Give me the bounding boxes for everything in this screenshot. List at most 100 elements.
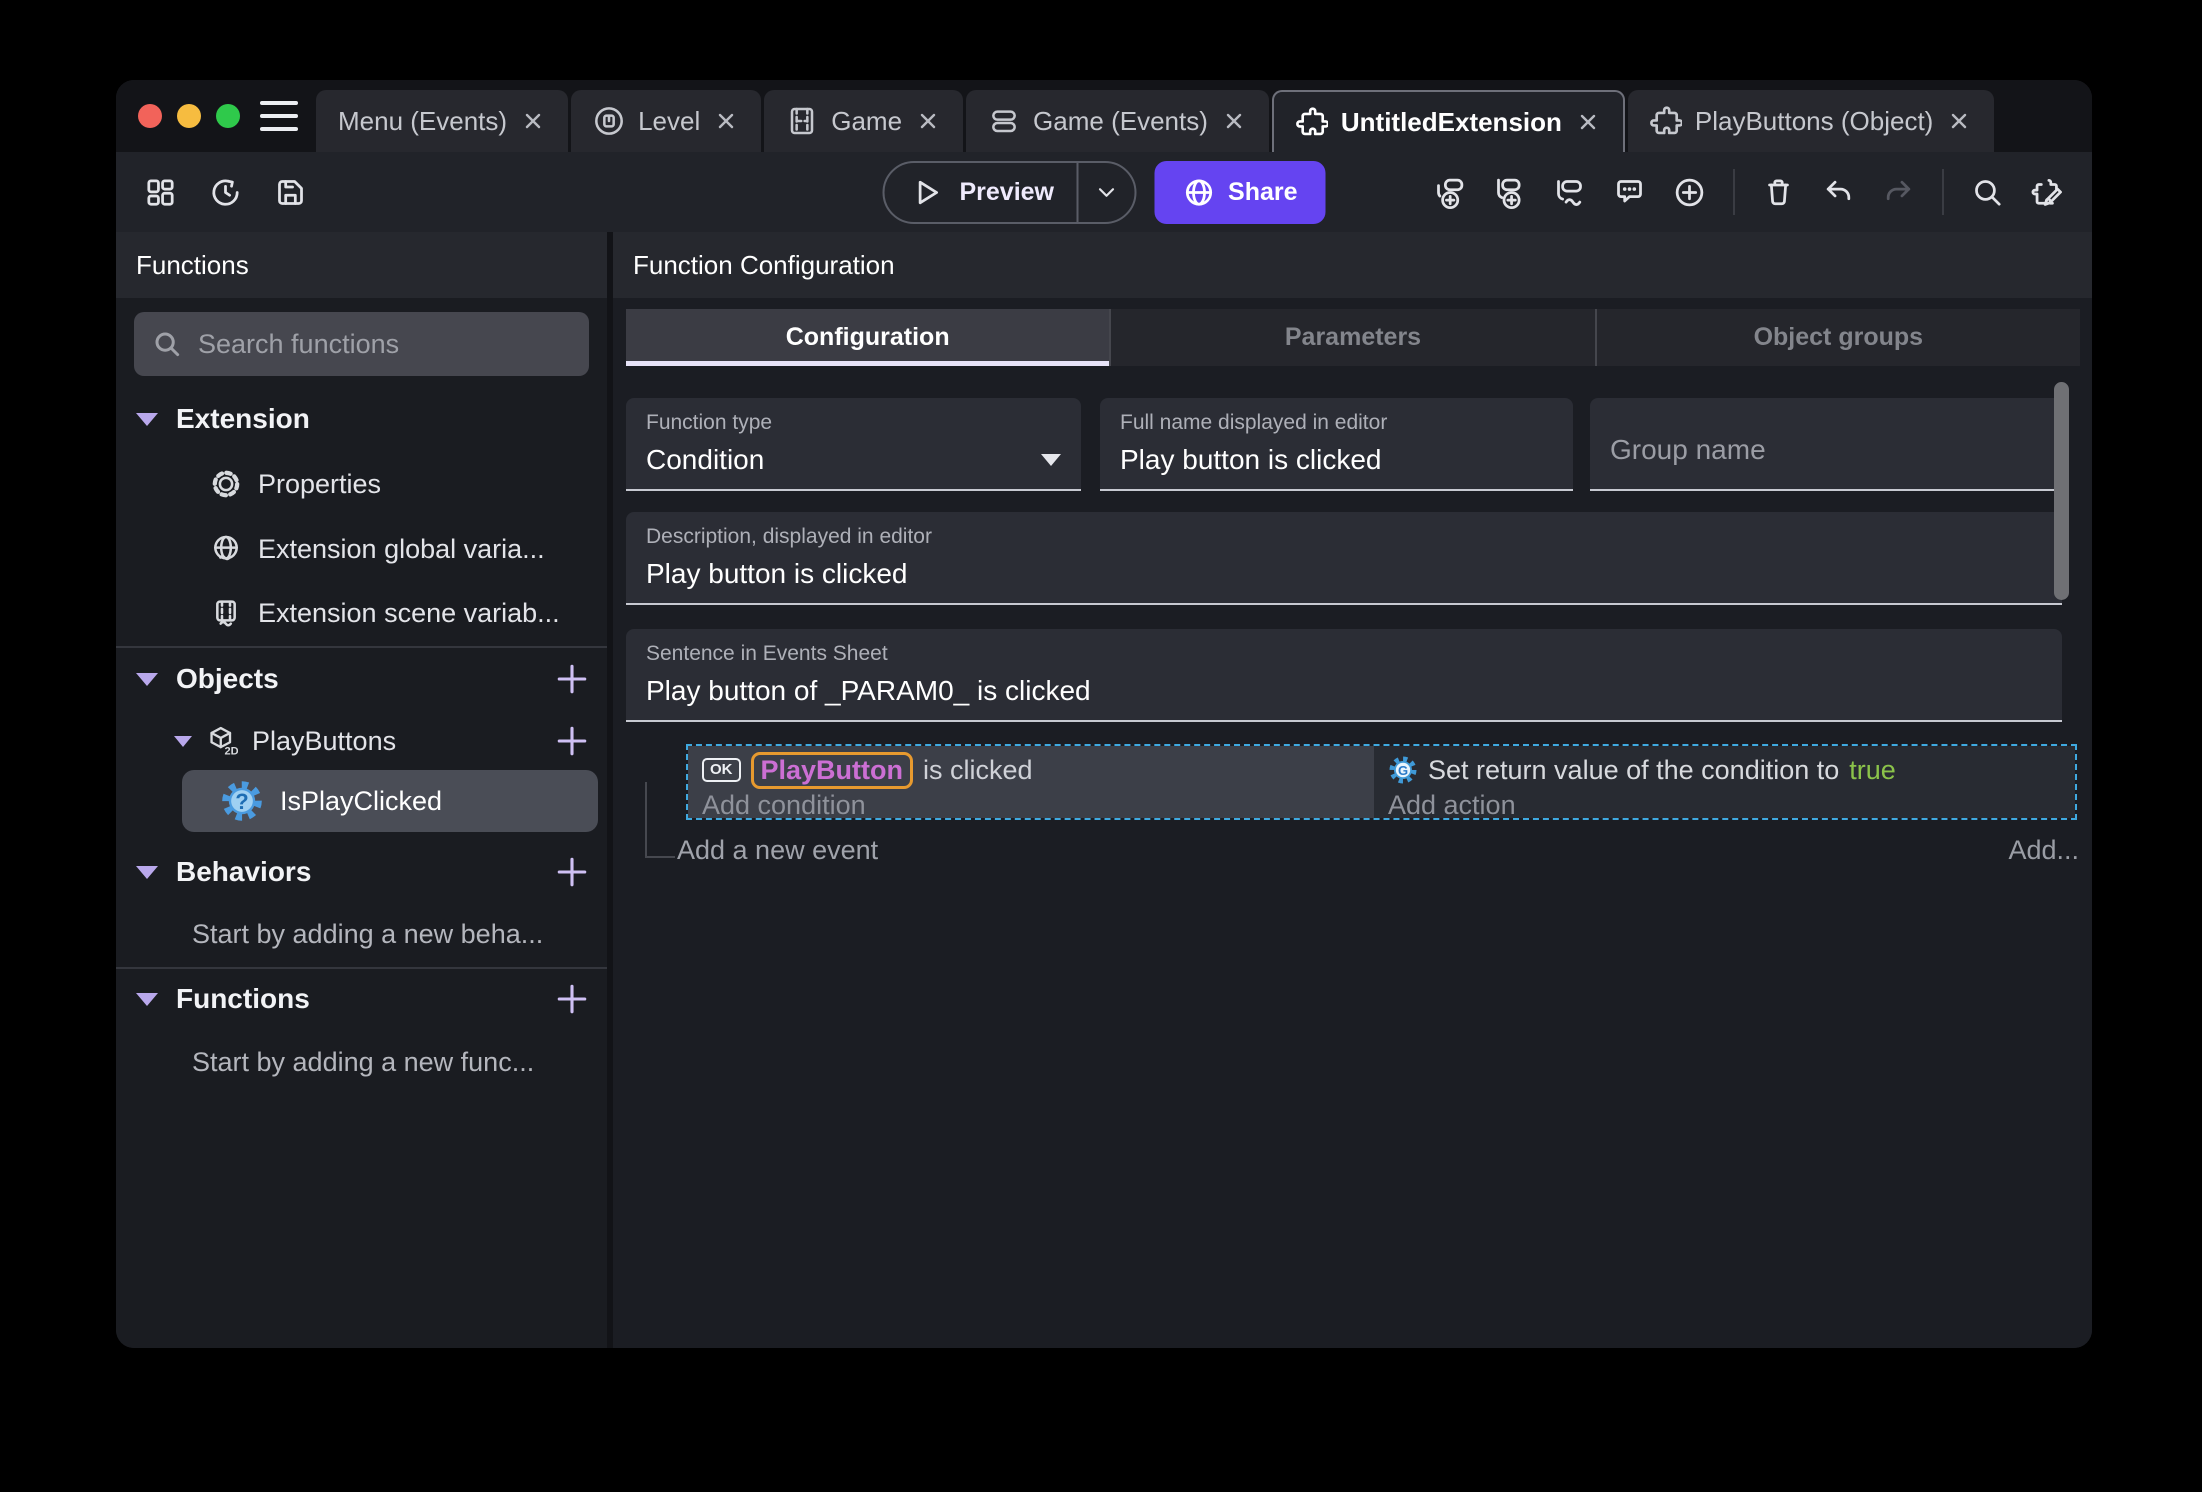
tab-parameters[interactable]: Parameters	[1109, 309, 1594, 366]
add-function-button[interactable]	[553, 980, 591, 1018]
close-icon[interactable]	[915, 108, 941, 134]
tab-level[interactable]: Level	[571, 90, 762, 152]
close-icon[interactable]	[1221, 108, 1247, 134]
add-new-event-button[interactable]: Add a new event	[677, 835, 878, 866]
search-functions-box[interactable]	[134, 312, 589, 376]
sidebar-section-objects[interactable]: Objects	[116, 651, 607, 707]
add-circle-icon[interactable]	[1673, 176, 1706, 209]
tab-configuration[interactable]: Configuration	[626, 309, 1110, 366]
tab-object-groups[interactable]: Object groups	[1594, 309, 2080, 366]
sidebar-item-properties[interactable]: Properties	[116, 456, 607, 512]
traffic-lights	[138, 104, 240, 128]
tab-game[interactable]: Game	[764, 90, 964, 152]
zoom-window-button[interactable]	[216, 104, 240, 128]
sidebar-item-extension-global-variables[interactable]: Extension global varia...	[116, 521, 607, 577]
add-condition-icon[interactable]	[1553, 176, 1586, 209]
collapse-arrow-icon[interactable]	[174, 735, 192, 747]
collapse-arrow-icon[interactable]	[136, 865, 158, 879]
add-subevent-icon[interactable]	[1493, 176, 1526, 209]
tab-menu-events[interactable]: Menu (Events)	[316, 90, 569, 152]
film-icon	[790, 107, 814, 135]
add-object-button[interactable]	[553, 660, 591, 698]
preview-options-button[interactable]	[1078, 179, 1134, 205]
description-input[interactable]	[646, 558, 2042, 590]
history-icon[interactable]	[209, 176, 242, 209]
sidebar-divider	[116, 967, 607, 969]
close-icon[interactable]	[713, 108, 739, 134]
add-action-button[interactable]: Add action	[1388, 790, 1516, 821]
svg-text:G: G	[1398, 763, 1408, 778]
configuration-tabs: Configuration Parameters Object groups	[626, 309, 2080, 366]
scene-variable-icon	[216, 600, 236, 627]
sidebar-section-extension[interactable]: Extension	[116, 391, 607, 447]
main-toolbar: Preview Share	[116, 152, 2092, 232]
tab-label: Game	[831, 105, 903, 136]
events-sheet-icon	[992, 110, 1016, 133]
edit-extension-icon[interactable]	[2031, 176, 2064, 209]
main-menu-icon[interactable]	[260, 101, 298, 131]
close-window-button[interactable]	[138, 104, 162, 128]
tab-game-events[interactable]: Game (Events)	[966, 90, 1269, 152]
group-name-input[interactable]	[1610, 434, 2042, 466]
close-icon[interactable]	[1575, 109, 1601, 135]
chevron-down-icon	[1098, 188, 1114, 197]
preview-button[interactable]: Preview	[882, 160, 1137, 224]
project-manager-icon[interactable]	[144, 176, 177, 209]
tab-label: Menu (Events)	[338, 105, 508, 136]
event-conditions-cell[interactable]: OK PlayButton is clicked Add condition	[688, 746, 1374, 821]
behaviors-empty-hint: Start by adding a new beha...	[192, 918, 544, 949]
add-behavior-button[interactable]	[553, 853, 591, 891]
sidebar-item-isplayclicked[interactable]: ? IsPlayClicked	[182, 770, 598, 832]
search-icon[interactable]	[1971, 176, 2004, 209]
active-tab-indicator	[626, 361, 1110, 366]
add-function-to-object-button[interactable]	[553, 722, 591, 760]
description-field[interactable]: Description, displayed in editor	[626, 512, 2062, 605]
add-comment-icon[interactable]	[1613, 176, 1646, 209]
close-icon[interactable]	[1946, 108, 1972, 134]
full-name-input[interactable]	[1120, 444, 1553, 476]
collapse-arrow-icon[interactable]	[136, 412, 158, 426]
function-configuration-panel: Function Configuration Configuration Par…	[613, 232, 2092, 1348]
scene-icon	[595, 107, 624, 135]
sidebar-section-behaviors[interactable]: Behaviors	[116, 844, 607, 900]
sidebar-item-playbuttons[interactable]: 2D PlayButtons	[116, 713, 607, 769]
trash-icon[interactable]	[1762, 176, 1795, 209]
minimize-window-button[interactable]	[177, 104, 201, 128]
action-line[interactable]: G Set return value of the condition to t…	[1388, 751, 1896, 789]
save-icon[interactable]	[274, 176, 307, 209]
scrollbar-thumb[interactable]	[2054, 382, 2069, 600]
boolean-true-value[interactable]: true	[1849, 755, 1896, 786]
object-name-highlight[interactable]: PlayButton	[750, 751, 914, 789]
sidebar-section-functions[interactable]: Functions	[116, 971, 607, 1027]
sidebar-header: Functions	[116, 232, 607, 298]
gear-icon	[212, 470, 240, 498]
svg-text:?: ?	[235, 789, 248, 814]
sidebar-divider	[116, 646, 607, 648]
event-actions-cell[interactable]: G Set return value of the condition to t…	[1374, 746, 2075, 821]
tab-playbuttons-object[interactable]: PlayButtons (Object)	[1627, 90, 1995, 152]
sidebar-item-extension-scene-variables[interactable]: Extension scene variab...	[116, 585, 607, 641]
add-condition-button[interactable]: Add condition	[702, 790, 866, 821]
collapse-arrow-icon[interactable]	[136, 672, 158, 686]
sentence-field[interactable]: Sentence in Events Sheet	[626, 629, 2062, 722]
search-functions-input[interactable]	[196, 327, 571, 361]
selected-event-row[interactable]: OK PlayButton is clicked Add condition G	[686, 744, 2077, 820]
group-name-field[interactable]	[1590, 398, 2062, 491]
main-header: Function Configuration	[613, 232, 2092, 298]
sentence-input[interactable]	[646, 675, 2042, 707]
puzzle-icon	[1649, 106, 1682, 135]
tab-untitled-extension[interactable]: UntitledExtension	[1271, 90, 1625, 152]
close-icon[interactable]	[520, 108, 546, 134]
full-name-field[interactable]: Full name displayed in editor	[1100, 398, 1573, 491]
undo-icon[interactable]	[1822, 176, 1855, 209]
add-more-button[interactable]: Add...	[2008, 835, 2079, 866]
share-button[interactable]: Share	[1154, 160, 1326, 224]
add-event-icon[interactable]	[1433, 176, 1466, 209]
screenshot-canvas: Menu (Events) Level Game Game (Events) U…	[0, 0, 2202, 1492]
gdevelop-window: Menu (Events) Level Game Game (Events) U…	[116, 80, 2092, 1348]
function-type-field[interactable]: Function type Condition	[626, 398, 1081, 491]
condition-line[interactable]: OK PlayButton is clicked	[702, 751, 1033, 789]
function-type-value: Condition	[646, 444, 765, 475]
redo-icon[interactable]	[1882, 176, 1915, 209]
collapse-arrow-icon[interactable]	[136, 992, 158, 1006]
